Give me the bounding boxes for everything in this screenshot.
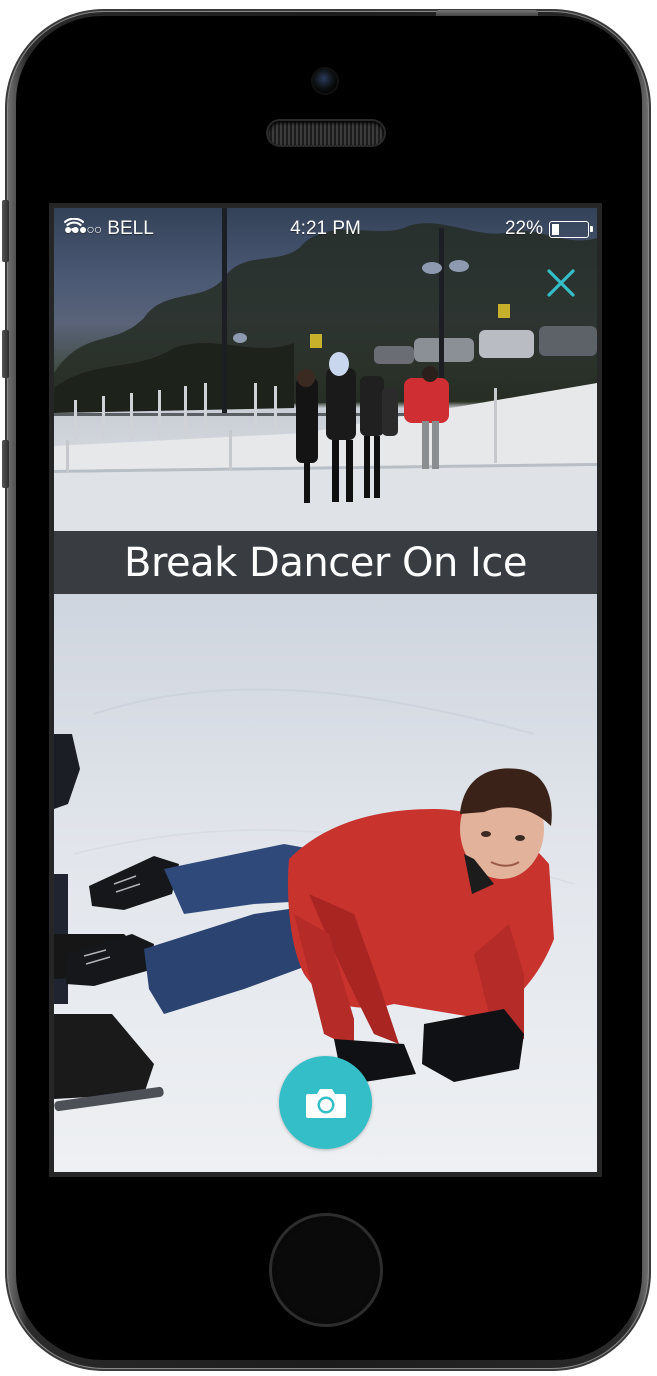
mute-switch (2, 200, 9, 262)
close-icon (547, 269, 575, 297)
volume-down-button (2, 440, 9, 488)
battery-icon (549, 220, 593, 238)
status-bar: ●●●○○ BELL 4:21 PM 22% (54, 208, 597, 248)
camera-icon (305, 1088, 346, 1118)
battery-percent: 22% (504, 218, 543, 239)
app-screen: ●●●○○ BELL 4:21 PM 22% Break Dancer On I… (54, 208, 597, 1172)
rink-scene-illustration (54, 208, 597, 531)
status-right: 22% (504, 218, 593, 240)
front-camera-lens (313, 69, 337, 93)
camera-button[interactable] (279, 1056, 372, 1149)
volume-up-button (2, 330, 9, 378)
post-title: Break Dancer On Ice (124, 539, 527, 586)
rink-photo: ●●●○○ BELL 4:21 PM 22% (54, 208, 597, 531)
close-button[interactable] (542, 264, 580, 302)
post-title-bar: Break Dancer On Ice (54, 531, 597, 594)
home-button (269, 1213, 383, 1327)
battery-level-fill (552, 223, 559, 235)
earpiece-speaker (268, 121, 384, 145)
